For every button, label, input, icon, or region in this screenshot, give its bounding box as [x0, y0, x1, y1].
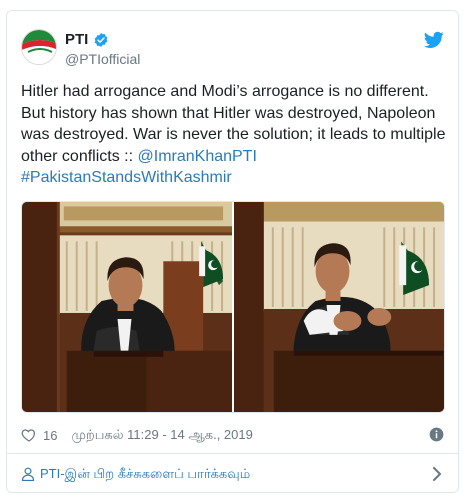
media-grid	[21, 201, 445, 413]
chevron-right-icon	[433, 467, 441, 481]
hashtag-link[interactable]: #PakistanStandsWithKashmir	[21, 169, 232, 186]
tweet-meta: 16 முற்பகல் 11:29 - 14 ஆக., 2019	[21, 425, 444, 445]
view-more-tweets-link[interactable]: PTI-இன் பிற கீச்சுகளைப் பார்க்கவும்	[7, 454, 458, 492]
photo-seated-speaker	[22, 202, 232, 412]
display-name[interactable]: PTI	[65, 31, 88, 49]
info-icon[interactable]	[429, 427, 444, 442]
verified-badge-icon	[95, 33, 108, 47]
photo-praying-speaker	[234, 202, 444, 412]
person-icon	[21, 467, 35, 481]
like-count[interactable]: 16	[43, 428, 57, 443]
heart-icon[interactable]	[21, 427, 37, 443]
avatar[interactable]	[21, 29, 57, 65]
tweet-header: PTI @PTIofficial	[21, 29, 444, 73]
view-more-label: PTI-இன் பிற கீச்சுகளைப் பார்க்கவும்	[40, 465, 251, 481]
twitter-bird-icon[interactable]	[424, 31, 444, 49]
tweet-text: Hitler had arrogance and Modi’s arroganc…	[21, 81, 446, 189]
mention-link[interactable]: @ImranKhanPTI	[138, 148, 257, 165]
user-handle[interactable]: @PTIofficial	[65, 50, 140, 68]
tweet-card: PTI @PTIofficial Hitler had arrogance an…	[6, 10, 459, 493]
author-info[interactable]: PTI @PTIofficial	[65, 31, 140, 68]
pti-logo-icon	[22, 30, 56, 64]
photo-1[interactable]	[22, 202, 232, 412]
timestamp[interactable]: முற்பகல் 11:29 - 14 ஆக., 2019	[71, 427, 252, 444]
photo-2[interactable]	[234, 202, 444, 412]
